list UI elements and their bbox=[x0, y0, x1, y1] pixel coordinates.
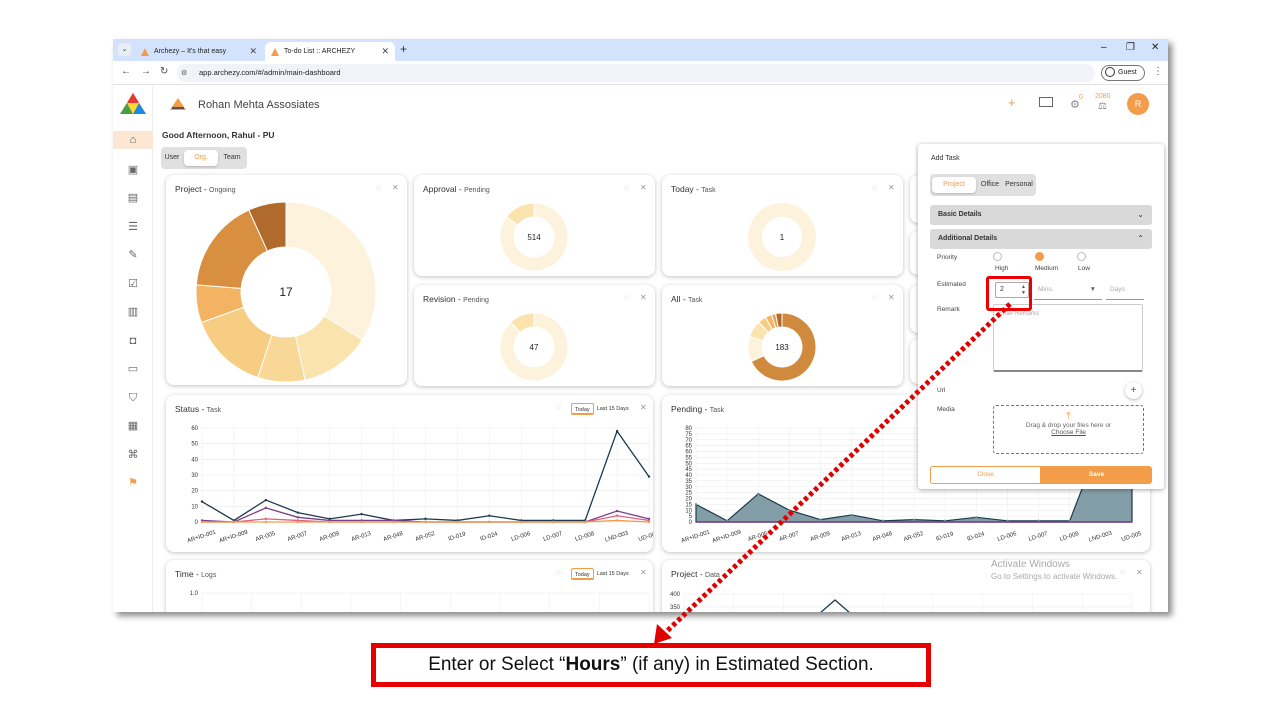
instruction-callout: Enter or Select “Hours” (if any) in Esti… bbox=[371, 643, 931, 687]
callout-bold: Hours bbox=[565, 654, 621, 675]
callout-suffix: ” (if any) in Estimated Section. bbox=[620, 654, 874, 675]
slide: ⌄ Archezy – It's that easy ✕ To-do List … bbox=[0, 0, 1280, 720]
pointer-arrow bbox=[654, 302, 1012, 644]
callout-prefix: Enter or Select “ bbox=[428, 654, 566, 675]
